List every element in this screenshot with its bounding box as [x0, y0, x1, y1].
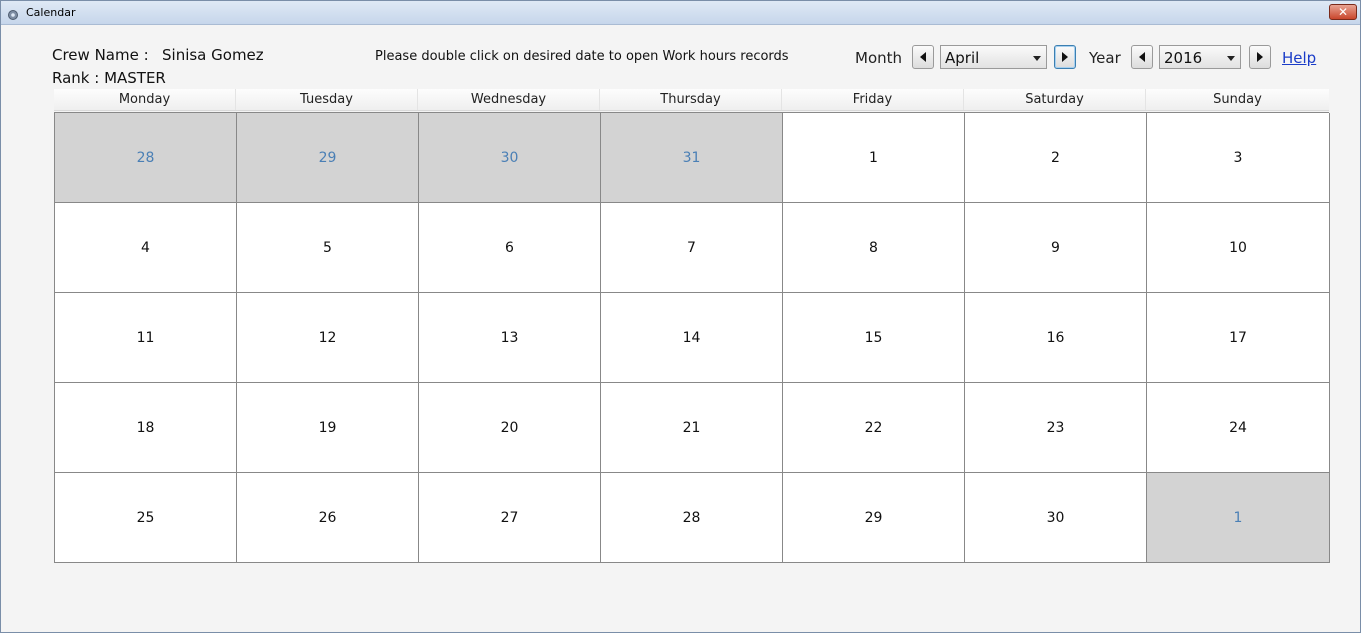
weekday-friday: Friday [782, 89, 964, 110]
day-cell[interactable]: 22 [783, 383, 965, 473]
weekday-thursday: Thursday [600, 89, 782, 110]
next-year-button[interactable] [1249, 45, 1271, 69]
day-cell[interactable]: 16 [965, 293, 1147, 383]
instruction-text: Please double click on desired date to o… [375, 49, 789, 64]
day-cell[interactable]: 27 [419, 473, 601, 563]
day-cell[interactable]: 6 [419, 203, 601, 293]
day-cell[interactable]: 2 [965, 113, 1147, 203]
weekday-saturday: Saturday [964, 89, 1146, 110]
title-bar: Calendar ✕ [1, 1, 1360, 25]
prev-month-button[interactable] [912, 45, 934, 69]
day-cell-other-month[interactable]: 30 [419, 113, 601, 203]
day-cell[interactable]: 30 [965, 473, 1147, 563]
left-arrow-icon [920, 52, 926, 62]
day-cell-other-month[interactable]: 31 [601, 113, 783, 203]
right-arrow-icon [1257, 52, 1263, 62]
next-month-button[interactable] [1054, 45, 1076, 69]
day-cell-other-month[interactable]: 1 [1147, 473, 1330, 563]
day-cell[interactable]: 19 [237, 383, 419, 473]
crew-info: Crew Name : Sinisa Gomez Rank : MASTER [52, 46, 264, 87]
chevron-down-icon [1033, 56, 1041, 61]
window-title: Calendar [26, 6, 76, 19]
crew-name-value: Sinisa Gomez [162, 46, 264, 64]
weekday-wednesday: Wednesday [418, 89, 600, 110]
help-link[interactable]: Help [1282, 49, 1316, 67]
day-cell[interactable]: 3 [1147, 113, 1330, 203]
left-arrow-icon [1139, 52, 1145, 62]
month-select-value: April [945, 49, 980, 67]
app-gear-icon [7, 6, 19, 20]
year-select-value: 2016 [1164, 49, 1203, 67]
calendar-window: Calendar ✕ Crew Name : Sinisa Gomez Rank … [0, 0, 1361, 633]
day-grid: 28 29 30 31 1 2 3 4 5 6 7 8 9 10 11 12 13 14 15 16 17 18 19 20 2… [54, 112, 1330, 563]
day-cell[interactable]: 14 [601, 293, 783, 383]
day-cell[interactable]: 12 [237, 293, 419, 383]
day-cell[interactable]: 4 [55, 203, 237, 293]
day-cell[interactable]: 5 [237, 203, 419, 293]
chevron-down-icon [1227, 56, 1235, 61]
calendar-grid: Monday Tuesday Wednesday Thursday Friday… [54, 89, 1330, 563]
year-select[interactable]: 2016 [1159, 45, 1241, 69]
day-cell[interactable]: 24 [1147, 383, 1330, 473]
day-cell[interactable]: 29 [783, 473, 965, 563]
day-cell[interactable]: 13 [419, 293, 601, 383]
month-label: Month [855, 49, 903, 67]
day-cell[interactable]: 7 [601, 203, 783, 293]
day-cell[interactable]: 15 [783, 293, 965, 383]
day-cell[interactable]: 9 [965, 203, 1147, 293]
day-cell[interactable]: 1 [783, 113, 965, 203]
right-arrow-icon [1062, 52, 1068, 62]
day-cell[interactable]: 21 [601, 383, 783, 473]
month-select[interactable]: April [940, 45, 1047, 69]
day-cell[interactable]: 26 [237, 473, 419, 563]
weekday-header: Monday Tuesday Wednesday Thursday Friday… [54, 89, 1329, 111]
weekday-tuesday: Tuesday [236, 89, 418, 110]
weekday-sunday: Sunday [1213, 92, 1262, 107]
weekday-monday: Monday [54, 89, 236, 110]
day-cell-other-month[interactable]: 29 [237, 113, 419, 203]
close-button[interactable]: ✕ [1329, 4, 1357, 20]
day-cell[interactable]: 23 [965, 383, 1147, 473]
day-cell[interactable]: 17 [1147, 293, 1330, 383]
rank-text: Rank : MASTER [52, 69, 166, 87]
day-cell[interactable]: 8 [783, 203, 965, 293]
prev-year-button[interactable] [1131, 45, 1153, 69]
crew-name-label: Crew Name : [52, 46, 149, 64]
day-cell[interactable]: 11 [55, 293, 237, 383]
day-cell-other-month[interactable]: 28 [55, 113, 237, 203]
day-cell[interactable]: 10 [1147, 203, 1330, 293]
year-label: Year [1089, 49, 1121, 67]
day-cell[interactable]: 25 [55, 473, 237, 563]
day-cell[interactable]: 28 [601, 473, 783, 563]
day-cell[interactable]: 20 [419, 383, 601, 473]
day-cell[interactable]: 18 [55, 383, 237, 473]
